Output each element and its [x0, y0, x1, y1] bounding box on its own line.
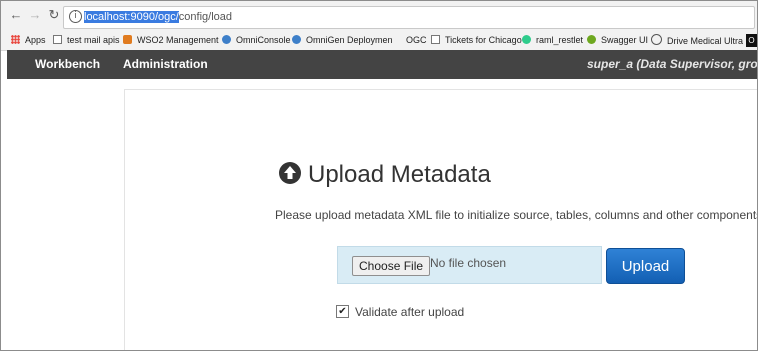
wso2-icon [123, 35, 132, 44]
nav-workbench[interactable]: Workbench [35, 50, 100, 79]
url-bar[interactable]: i localhost:9090/ogc/config/load [63, 6, 755, 29]
bookmark-swagger[interactable]: Swagger UI [587, 34, 648, 47]
validate-label: Validate after upload [355, 304, 465, 319]
validate-checkbox[interactable]: ✔ [336, 305, 349, 319]
address-bar-row: ← → ↻ i localhost:9090/ogc/config/load [1, 1, 757, 31]
upload-button[interactable]: Upload [606, 248, 685, 284]
page-icon [53, 35, 62, 44]
forward-button[interactable]: → [28, 8, 42, 22]
url-text[interactable]: localhost:9090/ogc/config/load [84, 10, 232, 24]
info-icon[interactable]: i [69, 10, 82, 23]
swagger-icon [587, 35, 596, 44]
page-title: Upload Metadata [308, 161, 491, 188]
raml-icon [522, 35, 531, 44]
url-path: config/load [178, 11, 233, 23]
file-status: No file chosen [430, 256, 507, 270]
bookmark-overflow[interactable]: O [746, 34, 757, 47]
bookmark-raml[interactable]: raml_restlet [522, 34, 583, 47]
bookmark-tickets[interactable]: Tickets for Chicago [431, 34, 522, 47]
app-navbar: Workbench Administration super_a (Data S… [7, 50, 757, 79]
bookmark-label: OmniConsole [236, 35, 291, 45]
bookmark-label: OGC [406, 35, 427, 45]
apps-grid-icon [11, 35, 20, 44]
left-sidebar [7, 79, 125, 350]
bookmarks-bar: Apps test mail apis WSO2 Management Omni… [1, 31, 757, 51]
drive-icon [651, 34, 662, 45]
bookmark-omnigen[interactable]: OmniGen Deploymen [292, 34, 393, 47]
upload-heading: Upload Metadata [279, 161, 491, 195]
bookmark-label: Tickets for Chicago [445, 35, 522, 45]
bookmark-label: OmniGen Deploymen [306, 35, 393, 45]
choose-file-button[interactable]: Choose File [352, 256, 431, 276]
bookmark-label: Swagger UI [601, 35, 649, 45]
bookmark-test-mail-apis[interactable]: test mail apis [53, 34, 120, 47]
upload-instructions: Please upload metadata XML file to initi… [275, 208, 758, 222]
bookmark-ogc[interactable]: OGC [406, 34, 427, 47]
bookmark-label: Drive Medical Ultra Li [667, 36, 753, 46]
file-input-box: Choose File No file chosen [337, 246, 602, 284]
validate-option: ✔ Validate after upload [336, 303, 464, 319]
bookmark-label: Apps [25, 35, 46, 45]
bookmark-apps[interactable]: Apps [11, 34, 46, 47]
bookmark-label: raml_restlet [536, 35, 584, 45]
bookmark-wso2[interactable]: WSO2 Management [123, 34, 219, 47]
user-info[interactable]: super_a (Data Supervisor, group.c [587, 50, 757, 79]
nav-administration[interactable]: Administration [123, 50, 208, 79]
back-button[interactable]: ← [9, 8, 23, 22]
bookmark-label: WSO2 Management [137, 35, 219, 45]
browser-window: ← → ↻ i localhost:9090/ogc/config/load A… [0, 0, 758, 351]
page-icon [431, 35, 440, 44]
globe-icon [222, 35, 231, 44]
reload-button[interactable]: ↻ [47, 8, 61, 22]
bookmark-omniconsole[interactable]: OmniConsole [222, 34, 291, 47]
url-host: localhost:9090/ogc/ [84, 11, 179, 23]
circle-arrow-up-icon [279, 162, 301, 184]
bookmark-label: test mail apis [67, 35, 120, 45]
bookmark-drive-medical[interactable]: Drive Medical Ultra Li [651, 34, 753, 47]
globe-icon [292, 35, 301, 44]
